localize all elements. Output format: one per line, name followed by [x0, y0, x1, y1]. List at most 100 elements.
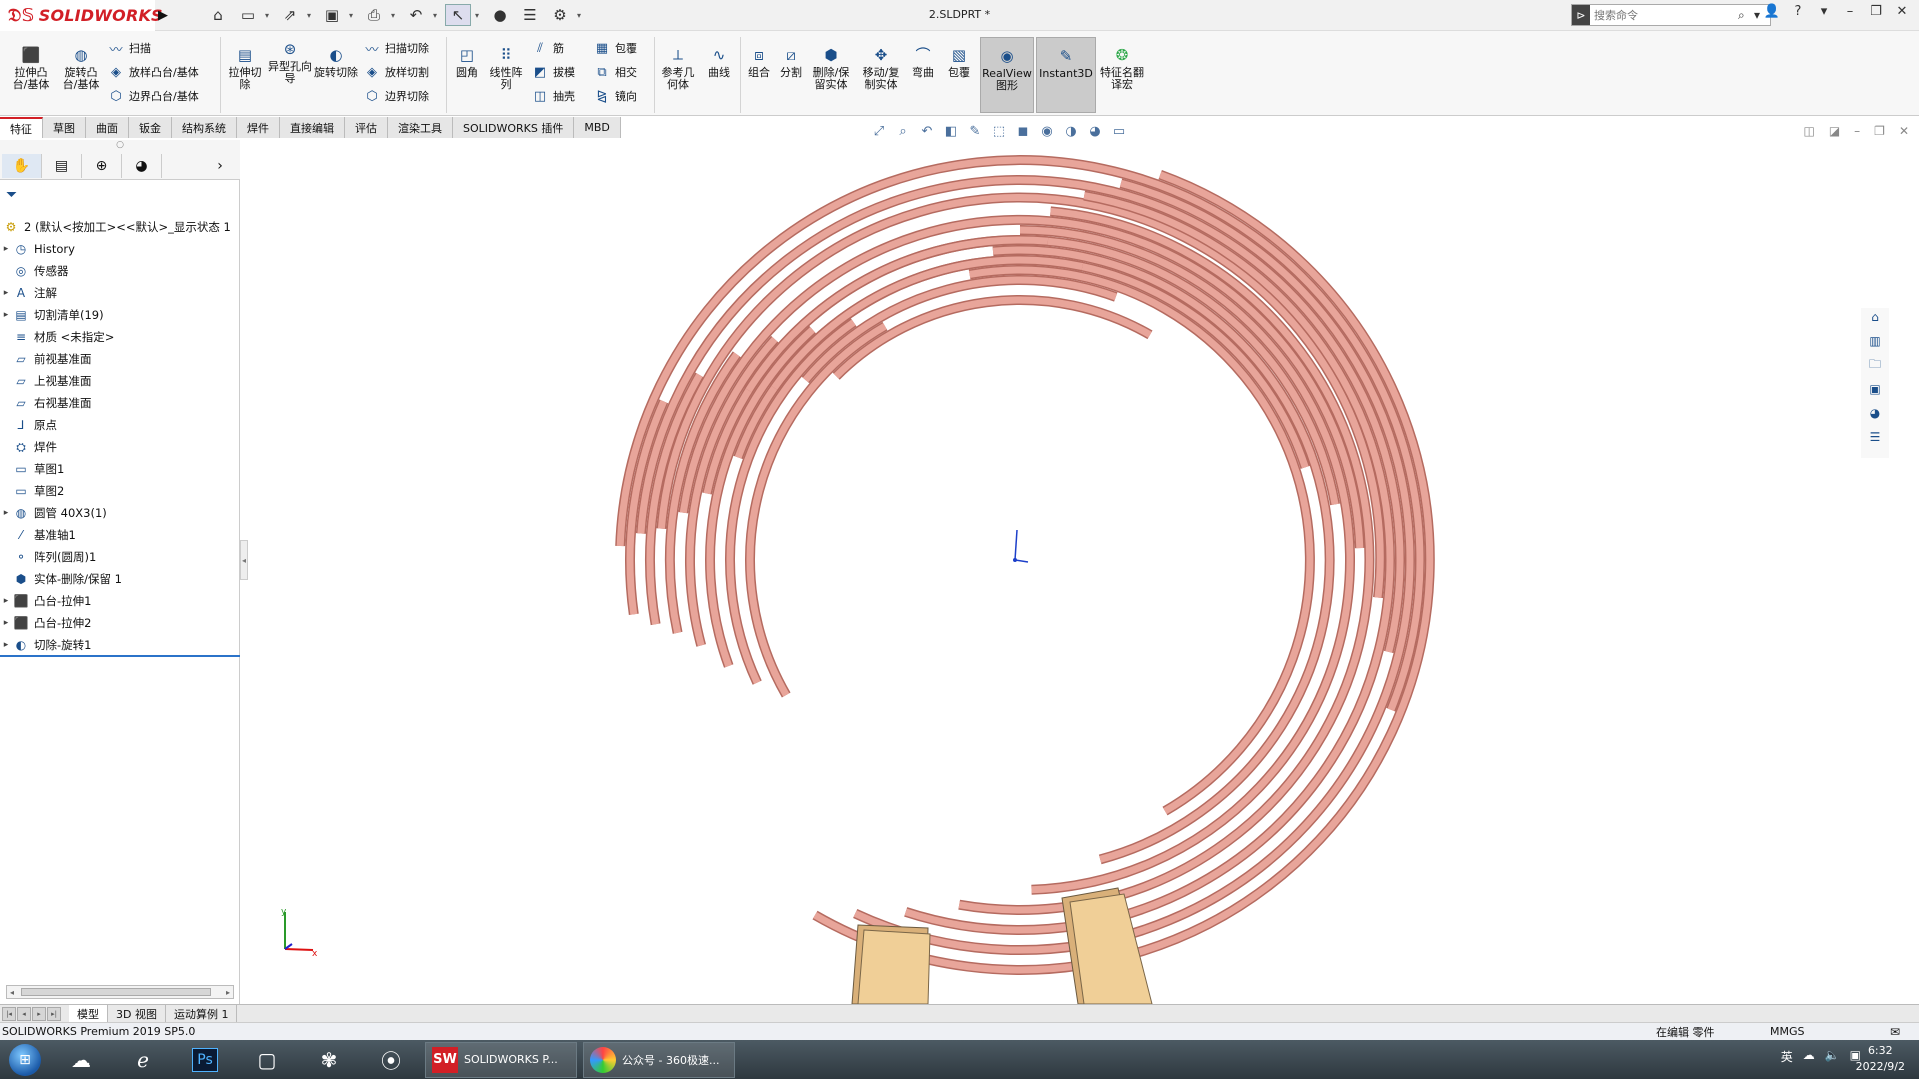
feature-translate-macro-button[interactable]: ❂ 特征名翻译宏 — [1100, 45, 1144, 91]
move-copy-body-button[interactable]: ✥ 移动/复制实体 — [858, 45, 904, 91]
restore-icon[interactable]: ❐ — [1874, 124, 1885, 138]
file-explorer-icon[interactable]: 🗀 — [1865, 356, 1885, 374]
tab-sketch[interactable]: 草图 — [43, 117, 86, 138]
intersect-button[interactable]: ⧉ 相交 — [592, 63, 637, 81]
apply-scene-icon[interactable]: ◕ — [1086, 122, 1104, 140]
feature-tree-tab-icon[interactable]: ✋ — [2, 154, 42, 178]
tab-evaluate[interactable]: 评估 — [345, 117, 388, 138]
fillet-button[interactable]: ◰ 圆角 — [450, 45, 484, 79]
view-orientation-icon[interactable]: ⬚ — [990, 122, 1008, 140]
first-tab-icon[interactable]: |◂ — [2, 1006, 16, 1021]
tree-item[interactable]: ▱ 前视基准面 — [0, 348, 240, 370]
taskbar-solidworks[interactable]: SW SOLIDWORKS P... — [425, 1041, 577, 1078]
user-icon[interactable]: 👤 — [1763, 4, 1781, 19]
next-tab-icon[interactable]: ▸ — [32, 1006, 46, 1021]
input-method-icon[interactable]: 英 — [1781, 1048, 1793, 1065]
flex-button[interactable]: ⌒ 弯曲 — [908, 45, 938, 79]
tab-weldments[interactable]: 焊件 — [237, 117, 280, 138]
pinwheel-app-icon[interactable]: ✾ — [300, 1042, 358, 1078]
tree-item[interactable]: ≡ 材质 <未指定> — [0, 326, 240, 348]
zoom-to-fit-icon[interactable]: ⤢ — [870, 122, 888, 140]
obs-icon[interactable]: ⦿ — [362, 1042, 420, 1078]
panel-drag-handle[interactable]: ○ — [0, 140, 240, 154]
view-palette-icon[interactable]: ▣ — [1865, 380, 1885, 398]
scroll-left-icon[interactable]: ◂ — [10, 988, 14, 997]
last-tab-icon[interactable]: ▸| — [47, 1006, 61, 1021]
previous-view-icon[interactable]: ↶ — [918, 122, 936, 140]
mirror-button[interactable]: ⧎ 镜向 — [592, 87, 637, 105]
wrap-button[interactable]: ▦ 包覆 — [592, 39, 637, 57]
delete-keep-body-button[interactable]: ⬢ 删除/保留实体 — [808, 45, 854, 91]
tab-3d-views[interactable]: 3D 视图 — [108, 1005, 166, 1022]
tree-item[interactable]: ▭ 草图2 — [0, 480, 240, 502]
search-icon[interactable]: ⌕ — [1738, 8, 1754, 23]
sweep-button[interactable]: 〰扫描 — [106, 39, 151, 58]
boundary-boss-button[interactable]: ⬡ 边界凸台/基体 — [106, 87, 198, 105]
chevron-down-icon[interactable]: ▾ — [349, 11, 357, 20]
expand-arrow-icon[interactable]: ▸ — [0, 596, 12, 606]
solidworks-logo[interactable]: 𝔇𝕊 SOLIDWORKS — [0, 0, 163, 31]
select-pointer-icon[interactable]: ↖ — [445, 4, 471, 26]
minimize-icon[interactable]: – — [1854, 124, 1860, 138]
tree-item[interactable]: ▸ ◍ 圆管 40X3(1) — [0, 502, 240, 524]
tab-motion-study[interactable]: 运动算例 1 — [166, 1005, 238, 1022]
expand-arrow-icon[interactable]: ▸ — [0, 310, 12, 320]
scroll-right-icon[interactable]: ▸ — [226, 988, 230, 997]
property-manager-tab-icon[interactable]: ▤ — [42, 154, 82, 178]
system-clock[interactable]: 6:32 2022/9/2 — [1856, 1043, 1905, 1075]
expand-arrow-icon[interactable]: ▸ — [0, 640, 12, 650]
expand-arrow-icon[interactable]: ▸ — [0, 618, 12, 628]
prev-tab-icon[interactable]: ◂ — [17, 1006, 31, 1021]
filter-icon[interactable]: ⏷ — [6, 187, 17, 203]
view-settings-icon[interactable]: ▭ — [1110, 122, 1128, 140]
tree-item[interactable]: ▸ ⬛ 凸台-拉伸2 — [0, 612, 240, 634]
tree-item[interactable]: ▱ 右视基准面 — [0, 392, 240, 414]
tree-item[interactable]: ▸ A 注解 — [0, 282, 240, 304]
linear-pattern-button[interactable]: ⠿ 线性阵列 — [486, 45, 526, 91]
expand-arrow-icon[interactable]: ▸ — [0, 288, 12, 298]
new-document-icon[interactable]: ▭ — [235, 4, 261, 26]
close-icon[interactable]: ✕ — [1893, 4, 1911, 19]
solidworks-resources-icon[interactable]: ⌂ — [1865, 308, 1885, 326]
tab-solidworks-addins[interactable]: SOLIDWORKS 插件 — [453, 117, 575, 138]
display-manager-tab-icon[interactable]: ◕ — [122, 154, 162, 178]
loft-button[interactable]: ◈ 放样凸台/基体 — [106, 63, 199, 81]
extrude-boss-button[interactable]: ⬛ 拉伸凸台/基体 — [8, 45, 54, 91]
sweep-cut-button[interactable]: 〰扫描切除 — [362, 39, 429, 58]
chevron-down-icon[interactable]: ▾ — [577, 11, 585, 20]
scroll-thumb[interactable] — [21, 988, 211, 996]
tab-direct-editing[interactable]: 直接编辑 — [280, 117, 345, 138]
tree-item[interactable]: ⬢ 实体-删除/保留 1 — [0, 568, 240, 590]
expand-arrow-icon[interactable]: ▸ — [0, 508, 12, 518]
app-red-icon[interactable]: ▢ — [238, 1042, 296, 1078]
tab-features[interactable]: 特征 — [0, 117, 43, 138]
tree-item[interactable]: ⚬ 阵列(圆周)1 — [0, 546, 240, 568]
extrude-cut-button[interactable]: ▤ 拉伸切除 — [224, 45, 266, 91]
instant3d-button[interactable]: ✎ Instant3D — [1036, 37, 1096, 113]
split-button[interactable]: ⧄ 分割 — [776, 45, 806, 79]
zoom-area-icon[interactable]: ⌕ — [894, 122, 912, 140]
design-library-icon[interactable]: ▥ — [1865, 332, 1885, 350]
options-gear-icon[interactable]: ⚙ — [547, 4, 573, 26]
photoshop-icon[interactable]: Ps — [176, 1042, 234, 1078]
revolve-cut-button[interactable]: ◐ 旋转切除 — [314, 45, 358, 79]
tree-item[interactable]: ⁄ 基准轴1 — [0, 524, 240, 546]
draft-button[interactable]: ◩ 拔模 — [530, 63, 575, 81]
hide-show-items-icon[interactable]: ◉ — [1038, 122, 1056, 140]
rollback-bar[interactable] — [0, 655, 240, 657]
chevron-down-icon[interactable]: ▾ — [1815, 4, 1833, 19]
wrap-body-button[interactable]: ▧ 包覆 — [942, 45, 976, 79]
tree-item[interactable]: ⛭ 焊件 — [0, 436, 240, 458]
start-button[interactable]: ⊞ — [0, 1040, 50, 1079]
dynamic-annotation-icon[interactable]: ✎ — [966, 122, 984, 140]
rebuild-icon[interactable]: ● — [487, 4, 513, 26]
loft-cut-button[interactable]: ◈ 放样切割 — [362, 63, 429, 81]
configuration-tab-icon[interactable]: ⊕ — [82, 154, 122, 178]
tree-item[interactable]: ▸ ⬛ 凸台-拉伸1 — [0, 590, 240, 612]
chevron-down-icon[interactable]: ▾ — [391, 11, 399, 20]
reference-geometry-button[interactable]: ⟂ 参考几何体 — [658, 45, 698, 91]
print-icon[interactable]: ⎙ — [361, 4, 387, 26]
chevron-right-icon[interactable]: › — [200, 154, 240, 178]
tree-item[interactable]: ◎ 传感器 — [0, 260, 240, 282]
chat-icon[interactable]: ✉ — [1890, 1025, 1900, 1039]
